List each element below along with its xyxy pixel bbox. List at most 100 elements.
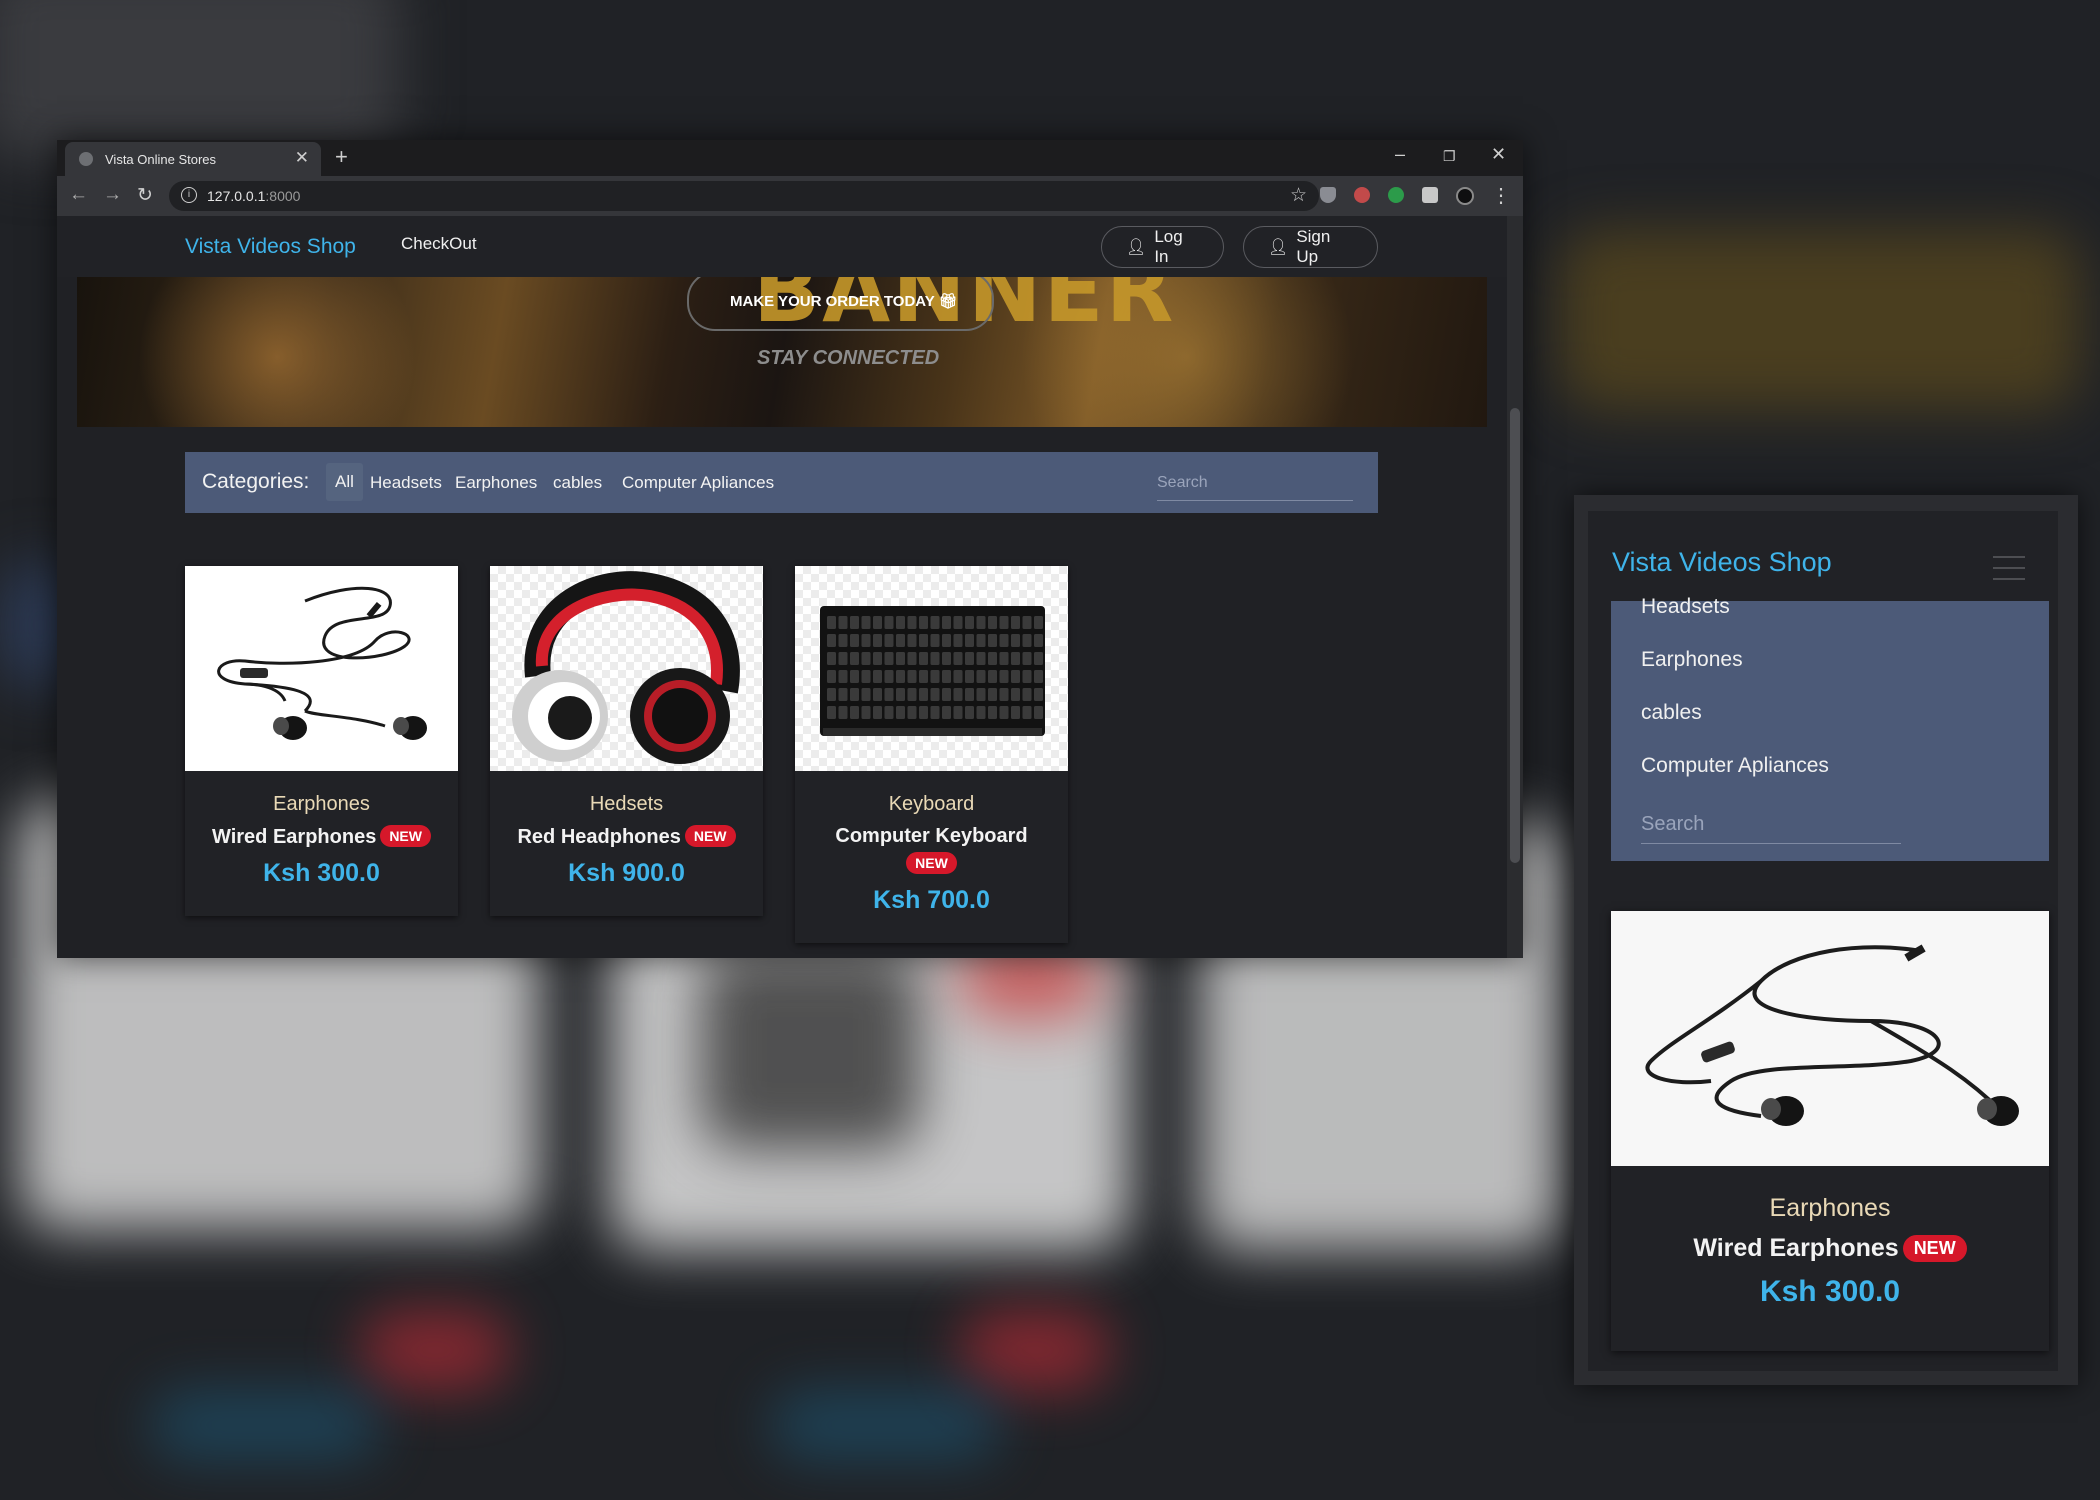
keyboard-key: [953, 616, 963, 629]
product-name: Computer Keyboard NEW: [795, 825, 1068, 876]
search-input[interactable]: [1157, 468, 1353, 498]
scrollbar-thumb[interactable]: [1510, 408, 1520, 863]
restore-icon[interactable]: ❐: [1443, 148, 1456, 165]
keyboard-key: [1011, 688, 1020, 701]
mobile-category-earphones[interactable]: Earphones: [1641, 648, 1743, 672]
tab-strip: Vista Online Stores ✕ + – ❐ ✕: [57, 140, 1523, 176]
product-image[interactable]: [1611, 911, 2049, 1166]
puzzle-extension-icon[interactable]: [1422, 187, 1438, 203]
keyboard-key: [953, 634, 963, 647]
category-all[interactable]: All: [326, 463, 363, 501]
keyboard-key: [896, 616, 905, 629]
keyboard-key: [965, 688, 974, 701]
product-image[interactable]: [490, 566, 763, 771]
keyboard-key: [999, 616, 1009, 629]
keyboard-key: [942, 688, 951, 701]
keyboard-key: [861, 670, 871, 683]
keyboard-key: [907, 706, 917, 719]
checkout-link[interactable]: CheckOut: [401, 234, 477, 254]
product-category: Earphones: [273, 793, 370, 815]
minimize-icon[interactable]: –: [1395, 144, 1405, 165]
keyboard-key: [942, 706, 951, 719]
mobile-product-card[interactable]: Earphones Wired Earphones NEW Ksh 300.0: [1611, 911, 2049, 1351]
keyboard-key: [861, 688, 871, 701]
keyboard-key: [919, 706, 928, 719]
background-blur-shape: [0, 0, 400, 160]
keyboard-key: [896, 634, 905, 647]
mobile-search-input[interactable]: [1641, 807, 1901, 841]
mobile-category-headsets[interactable]: Headsets: [1641, 595, 1730, 619]
product-image[interactable]: [185, 566, 458, 771]
product-card[interactable]: Earphones Wired Earphones NEW Ksh 300.0: [185, 566, 458, 916]
keyboard-key: [1011, 706, 1020, 719]
product-price: Ksh 300.0: [263, 859, 380, 887]
mobile-brand-link[interactable]: Vista Videos Shop: [1612, 547, 1832, 578]
login-button[interactable]: 👤︎ Log In: [1101, 226, 1224, 268]
keyboard-key: [999, 688, 1009, 701]
product-price: Ksh 700.0: [873, 886, 990, 914]
bookmark-star-icon[interactable]: ☆: [1290, 184, 1307, 207]
keyboard-key: [930, 616, 940, 629]
product-category: Hedsets: [589, 793, 664, 815]
keyboard-key: [884, 670, 894, 683]
keyboard-key: [965, 706, 974, 719]
close-window-icon[interactable]: ✕: [1491, 144, 1506, 165]
category-headsets[interactable]: Headsets: [370, 473, 442, 493]
product-name: Red Headphones NEW: [490, 825, 763, 849]
favicon-icon: [79, 152, 93, 166]
keyboard-key: [976, 688, 986, 701]
page-scrollbar[interactable]: [1507, 216, 1523, 958]
forward-icon[interactable]: →: [103, 184, 122, 206]
category-computer-apliances[interactable]: Computer Apliances: [622, 473, 774, 493]
reload-icon[interactable]: ↻: [137, 184, 153, 207]
site-navbar: Vista Videos Shop CheckOut 👤︎ Log In 👤︎ …: [57, 216, 1507, 277]
spy-extension-icon[interactable]: [1354, 187, 1370, 203]
keyboard-key: [873, 670, 882, 683]
keyboard-key: [988, 670, 997, 683]
browser-tab[interactable]: Vista Online Stores ✕: [65, 142, 321, 176]
green-extension-icon[interactable]: [1388, 187, 1404, 203]
keyboard-key: [976, 616, 986, 629]
keyboard-key: [1022, 616, 1032, 629]
category-cables[interactable]: cables: [553, 473, 602, 493]
mobile-category-cables[interactable]: cables: [1641, 701, 1702, 725]
keyboard-key: [907, 616, 917, 629]
keyboard-key: [1034, 652, 1043, 665]
product-image[interactable]: [795, 566, 1068, 771]
new-badge: NEW: [1902, 1235, 1967, 1262]
keyboard-key: [896, 670, 905, 683]
category-earphones[interactable]: Earphones: [455, 473, 537, 493]
brand-link[interactable]: Vista Videos Shop: [185, 235, 356, 259]
mobile-product-price: Ksh 300.0: [1759, 1275, 1901, 1308]
keyboard-key: [850, 670, 859, 683]
keyboard-key: [1011, 670, 1020, 683]
shield-extension-icon[interactable]: [1320, 187, 1336, 203]
signup-button[interactable]: 👤︎ Sign Up: [1243, 226, 1378, 268]
mobile-category-computer-apliances[interactable]: Computer Apliances: [1641, 754, 1829, 778]
keyboard-key: [1022, 706, 1032, 719]
profile-avatar-icon[interactable]: [1456, 187, 1474, 205]
new-badge: NEW: [684, 825, 736, 847]
keyboard-key: [976, 652, 986, 665]
headphones-icon: [512, 571, 740, 764]
site-info-icon[interactable]: i: [181, 187, 197, 203]
back-icon[interactable]: ←: [69, 184, 88, 206]
keyboard-key: [999, 670, 1009, 683]
keyboard-key: [884, 688, 894, 701]
product-card[interactable]: Keyboard Computer Keyboard NEW Ksh 700.0: [795, 566, 1068, 943]
hamburger-menu-icon[interactable]: [1993, 556, 2025, 589]
product-card[interactable]: Hedsets Red Headphones NEW Ksh 900.0: [490, 566, 763, 916]
browser-menu-icon[interactable]: ⋮: [1491, 183, 1511, 208]
close-tab-icon[interactable]: ✕: [295, 148, 309, 168]
keyboard-key: [838, 688, 848, 701]
keyboard-key: [896, 688, 905, 701]
keyboard-key: [884, 634, 894, 647]
keyboard-key: [930, 652, 940, 665]
keyboard-key: [930, 670, 940, 683]
banner-art: [107, 277, 447, 427]
keyboard-key: [988, 706, 997, 719]
address-bar[interactable]: i 127.0.0.1:8000 ☆: [169, 181, 1319, 211]
keyboard-key: [827, 616, 836, 629]
keyboard-key: [873, 652, 882, 665]
new-tab-icon[interactable]: +: [335, 144, 348, 170]
